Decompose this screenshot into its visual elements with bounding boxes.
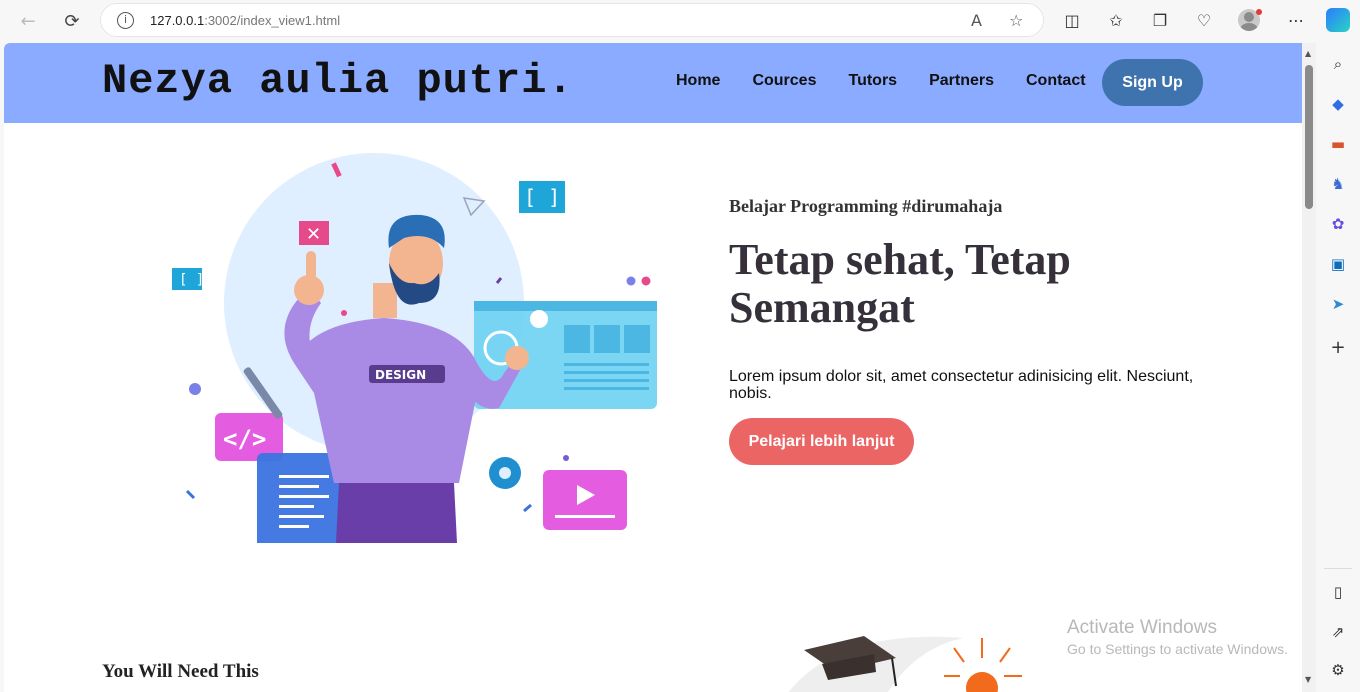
- copilot-icon[interactable]: [1326, 8, 1350, 32]
- notification-dot: [1256, 9, 1262, 15]
- doc-line: [279, 485, 319, 488]
- code-symbol: </>: [223, 425, 266, 453]
- favorite-star-icon[interactable]: ☆: [1009, 11, 1023, 30]
- bracket-text-left: [ ]: [179, 272, 204, 288]
- nav-partners[interactable]: Partners: [929, 72, 994, 90]
- scroll-down-icon[interactable]: ▼: [1305, 675, 1311, 684]
- site-header: Nezya aulia putri. Home Cources Tutors P…: [4, 43, 1302, 123]
- decor-dot: [563, 455, 569, 461]
- person-hand: [294, 275, 324, 305]
- browser-toolbar: ← ⟳ i 127.0.0.1:3002/index_view1.html A …: [0, 0, 1360, 42]
- decor-dot: [626, 276, 636, 286]
- sidebar-divider: [1324, 568, 1352, 569]
- doc-line: [279, 525, 309, 528]
- hero-description: Lorem ipsum dolor sit, amet consectetur …: [729, 368, 1194, 402]
- bulb-ray: [953, 647, 965, 663]
- url-host: 127.0.0.1: [150, 13, 205, 28]
- signup-button[interactable]: Sign Up: [1102, 59, 1203, 106]
- x-mark: ✕: [306, 224, 321, 245]
- window-line: [564, 363, 649, 366]
- outlook-icon[interactable]: ▣: [1328, 254, 1348, 274]
- design-badge-text: DESIGN: [375, 368, 426, 382]
- collections-icon[interactable]: ❐: [1148, 9, 1172, 33]
- windows-watermark-title: Activate Windows: [1067, 617, 1217, 638]
- video-progress: [555, 515, 615, 518]
- graduation-illustration: [788, 636, 1022, 692]
- external-link-icon[interactable]: ⇗: [1328, 622, 1348, 642]
- bracket-text-right: [ ]: [524, 185, 560, 209]
- window-card-bar: [474, 301, 657, 311]
- hero-title: Tetap sehat, Tetap Semangat: [729, 235, 1071, 332]
- url-text[interactable]: 127.0.0.1:3002/index_view1.html: [150, 13, 340, 28]
- person-legs: [336, 483, 457, 543]
- tools-briefcase-icon[interactable]: ▬: [1328, 134, 1348, 154]
- gear-hole: [499, 467, 511, 479]
- nav-cources[interactable]: Cources: [752, 72, 816, 90]
- url-path: :3002/index_view1.html: [204, 13, 341, 28]
- read-aloud-icon[interactable]: A: [971, 11, 982, 30]
- sidebar-toggle-icon[interactable]: ▯: [1328, 582, 1348, 602]
- doc-line: [279, 515, 324, 518]
- decor-dash: [523, 503, 532, 513]
- settings-gear-icon[interactable]: ⚙: [1328, 660, 1348, 680]
- nav-tutors[interactable]: Tutors: [848, 72, 897, 90]
- person-neck: [373, 283, 397, 318]
- doc-line: [279, 475, 329, 478]
- games-icon[interactable]: ♞: [1328, 174, 1348, 194]
- edge-sidebar: ⌕ ◆ ▬ ♞ ✿ ▣ ➤ + ▯ ⇗ ⚙: [1316, 42, 1360, 692]
- scroll-thumb[interactable]: [1305, 65, 1313, 209]
- person-hand-right: [505, 346, 529, 370]
- scroll-up-icon[interactable]: ▲: [1305, 49, 1311, 58]
- decor-dot: [641, 276, 651, 286]
- favorites-icon[interactable]: ✩: [1104, 9, 1128, 33]
- window-block: [624, 325, 650, 353]
- hero-illustration: [ ] [ ] ✕ </> DESIGN: [172, 153, 657, 543]
- decor-dot: [189, 383, 201, 395]
- shopping-tag-icon[interactable]: ◆: [1328, 94, 1348, 114]
- window-block: [594, 325, 620, 353]
- nav-home[interactable]: Home: [676, 72, 720, 90]
- window-block: [564, 325, 590, 353]
- windows-watermark-subtitle: Go to Settings to activate Windows.: [1067, 641, 1288, 657]
- refresh-icon[interactable]: ⟳: [58, 8, 86, 34]
- page-scrollbar[interactable]: ▲ ▼: [1302, 43, 1316, 692]
- bulb-ray: [999, 647, 1011, 663]
- hero-eyebrow: Belajar Programming #dirumahaja: [729, 196, 1003, 216]
- nav-contact[interactable]: Contact: [1026, 72, 1086, 90]
- browser-essentials-icon[interactable]: ♡: [1192, 9, 1216, 33]
- doc-line: [279, 505, 314, 508]
- learn-more-button[interactable]: Pelajari lebih lanjut: [729, 418, 914, 465]
- doc-line: [279, 495, 329, 498]
- decor-dot: [341, 310, 347, 316]
- address-bar[interactable]: i 127.0.0.1:3002/index_view1.html A ☆: [100, 3, 1044, 37]
- microsoft365-icon[interactable]: ✿: [1328, 214, 1348, 234]
- split-screen-icon[interactable]: ◫: [1060, 9, 1084, 33]
- add-icon[interactable]: +: [1328, 338, 1348, 358]
- main-nav: Home Cources Tutors Partners Contact: [676, 72, 1118, 90]
- lightbulb-icon: [966, 672, 998, 692]
- more-menu-icon[interactable]: ⋯: [1284, 9, 1308, 33]
- search-icon[interactable]: ⌕: [1328, 54, 1348, 74]
- brand-logo[interactable]: Nezya aulia putri.: [102, 57, 574, 105]
- page-viewport: Nezya aulia putri. Home Cources Tutors P…: [4, 43, 1302, 692]
- send-icon[interactable]: ➤: [1328, 294, 1348, 314]
- info-icon[interactable]: i: [117, 12, 134, 29]
- back-icon[interactable]: ←: [14, 8, 42, 34]
- decor-dash: [185, 489, 196, 500]
- window-line: [564, 379, 649, 382]
- window-line: [564, 371, 649, 374]
- section-title: You Will Need This: [102, 661, 259, 682]
- window-line: [564, 387, 649, 390]
- window-target: [530, 310, 548, 328]
